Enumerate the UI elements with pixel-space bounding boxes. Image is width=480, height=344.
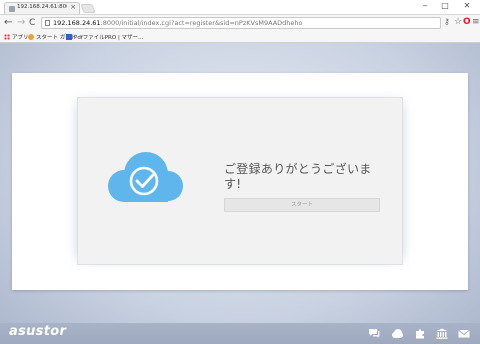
tab-close-icon[interactable]: × (70, 3, 76, 11)
new-tab-button[interactable] (80, 4, 96, 13)
bookmark-apps[interactable]: アプリ (4, 33, 29, 41)
browser-tab[interactable]: 192.168.24.61:8000/initial/ × (4, 2, 80, 14)
mail-icon[interactable] (458, 328, 470, 339)
bank-icon[interactable] (436, 328, 448, 339)
bookmark-label: PdfファイルPRO | マザー… (74, 35, 144, 41)
tab-title: 192.168.24.61:8000/initial/ (17, 4, 67, 10)
start-button[interactable]: スタート (224, 198, 380, 212)
bookmarks-bar: アプリ スタート ガイド PdfファイルPRO | マザー… (0, 32, 480, 43)
url-text[interactable]: 192.168.24.61:8000/initial/index.cgi?act… (53, 18, 303, 29)
start-guide-icon (28, 34, 34, 40)
cloud-icon[interactable] (391, 328, 403, 339)
browser-menu-icon[interactable]: ≡ (472, 17, 480, 27)
url-path: :8000/initial/index.cgi?act=register&sid… (100, 19, 303, 27)
chat-icon[interactable] (368, 328, 380, 339)
browser-toolbar: ← → C 192.168.24.61:8000/initial/index.c… (0, 15, 480, 32)
page-icon (45, 20, 50, 26)
bookmark-label: アプリ (12, 35, 29, 41)
thank-you-message: ご登録ありがとうございます! (224, 162, 372, 191)
back-button[interactable]: ← (4, 18, 12, 28)
tab-strip: 192.168.24.61:8000/initial/ × ‒ □ ✕ (0, 0, 480, 15)
page-background: ご登録ありがとうございます! スタート (0, 43, 480, 344)
puzzle-icon[interactable] (414, 328, 426, 339)
bookmark-star-icon[interactable]: ☆ (454, 17, 462, 27)
completion-panel: ご登録ありがとうございます! スタート (77, 97, 403, 265)
address-bar[interactable]: 192.168.24.61:8000/initial/index.cgi?act… (41, 17, 441, 29)
minimize-button[interactable]: ‒ (416, 0, 434, 12)
forward-button[interactable]: → (17, 18, 25, 28)
key-icon[interactable]: ⚷ (444, 17, 450, 27)
cloud-check-icon (108, 152, 183, 202)
reload-button[interactable]: C (29, 18, 35, 28)
registration-card: ご登録ありがとうございます! スタート (12, 73, 468, 290)
close-window-button[interactable]: ✕ (456, 0, 478, 12)
asustor-logo: asustor (9, 324, 67, 339)
url-host: 192.168.24.61 (53, 19, 101, 27)
footer-bar: asustor (0, 323, 480, 344)
pdf-site-icon (66, 34, 72, 40)
bookmark-pdf[interactable]: PdfファイルPRO | マザー… (66, 33, 144, 41)
apps-grid-icon (4, 34, 10, 40)
opera-extension-icon[interactable]: O (463, 17, 471, 27)
page-favicon-icon (9, 6, 15, 12)
maximize-button[interactable]: □ (436, 0, 454, 12)
